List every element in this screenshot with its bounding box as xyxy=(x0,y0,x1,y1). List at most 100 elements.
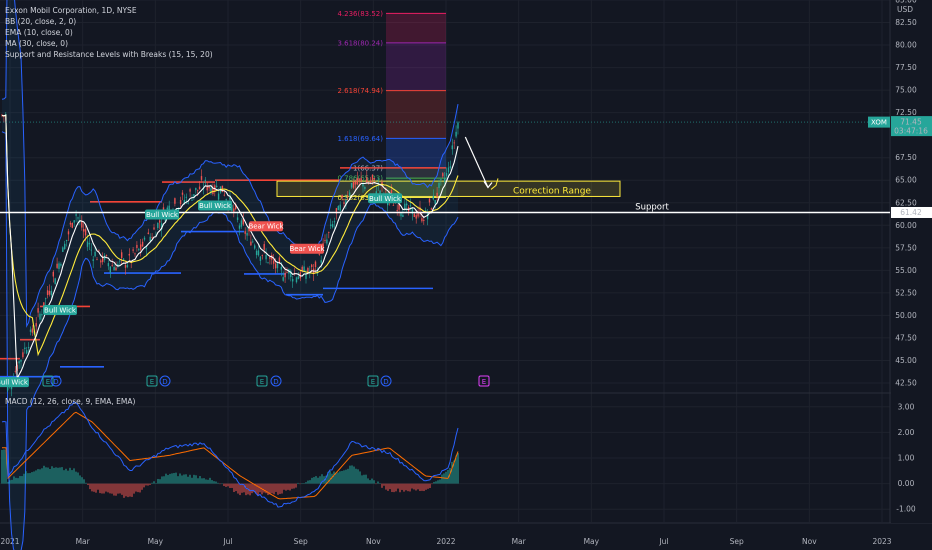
macd-histogram-bar xyxy=(359,471,361,484)
macd-histogram-bar xyxy=(387,483,389,491)
price-tick-label: 42.50 xyxy=(895,378,917,387)
indicator-bb[interactable]: BB (20, close, 2, 0) xyxy=(5,16,213,27)
macd-histogram-bar xyxy=(223,483,225,487)
price-tick-label: 75.00 xyxy=(895,86,917,95)
price-axis[interactable] xyxy=(891,0,932,523)
candle-body xyxy=(159,220,161,223)
macd-histogram-bar xyxy=(69,467,71,484)
price-tick-label: 55.00 xyxy=(895,266,917,275)
candle-body xyxy=(134,253,136,255)
chart-legend: Exxon Mobil Corporation, 1D, NYSE BB (20… xyxy=(5,5,213,60)
indicator-sr-levels[interactable]: Support and Resistance Levels with Break… xyxy=(5,49,213,60)
macd-histogram-bar xyxy=(333,471,335,484)
candle-body xyxy=(358,178,360,181)
macd-histogram-bar xyxy=(165,473,167,484)
candle-body xyxy=(305,273,307,279)
candle-body xyxy=(90,249,92,251)
macd-histogram-bar xyxy=(143,483,145,488)
macd-histogram-bar xyxy=(407,483,409,492)
macd-histogram-bar xyxy=(109,483,111,494)
macd-histogram-bar xyxy=(347,468,349,484)
macd-histogram-bar xyxy=(411,483,413,489)
macd-histogram-bar xyxy=(301,483,303,485)
candle-body xyxy=(46,290,49,295)
x-tick-label: May xyxy=(584,537,600,546)
indicator-ma[interactable]: MA (30, close, 0) xyxy=(5,38,213,49)
candle-body xyxy=(151,237,153,238)
macd-histogram-bar xyxy=(39,469,41,484)
candle-body xyxy=(48,290,51,295)
macd-histogram-bar xyxy=(31,472,33,484)
candle-body xyxy=(244,231,246,234)
candle-body xyxy=(149,236,151,242)
candle-body xyxy=(83,228,85,232)
macd-histogram-bar xyxy=(417,483,419,490)
macd-histogram-bar xyxy=(169,473,171,484)
candle-body xyxy=(259,256,262,261)
candle-body xyxy=(430,208,433,210)
macd-histogram-bar xyxy=(67,470,69,484)
x-tick-label: May xyxy=(148,537,164,546)
macd-histogram-bar xyxy=(283,483,285,490)
candle-body xyxy=(280,266,282,270)
macd-histogram-bar xyxy=(57,467,59,484)
macd-histogram-bar xyxy=(305,482,307,484)
macd-histogram-bar xyxy=(207,479,209,484)
macd-histogram-bar xyxy=(201,478,203,484)
macd-histogram-bar xyxy=(245,483,247,496)
candle-body xyxy=(352,181,355,188)
candle-body xyxy=(328,232,330,233)
candle-body xyxy=(292,279,294,282)
macd-histogram-bar xyxy=(381,483,383,488)
indicator-ema[interactable]: EMA (10, close, 0) xyxy=(5,27,213,38)
candle-body xyxy=(96,259,98,261)
macd-histogram-bar xyxy=(439,479,441,484)
event-marker-letter: E xyxy=(482,378,486,386)
candle-body xyxy=(216,185,218,188)
candle-body xyxy=(208,186,210,189)
candle-body xyxy=(432,196,434,200)
macd-histogram-bar xyxy=(147,483,149,486)
macd-histogram-bar xyxy=(367,478,369,484)
macd-histogram-bar xyxy=(1,449,3,484)
candle-body xyxy=(124,264,127,268)
macd-histogram-bar xyxy=(413,483,415,490)
candle-body xyxy=(122,258,125,260)
macd-histogram-bar xyxy=(77,472,79,484)
candle-body xyxy=(225,199,227,201)
candle-body xyxy=(41,314,43,316)
candle-body xyxy=(265,254,267,260)
macd-histogram-bar xyxy=(311,477,313,484)
indicator-macd[interactable]: MACD (12, 26, close, 9, EMA, EMA) xyxy=(5,397,135,406)
candle-body xyxy=(107,263,110,267)
candle-body xyxy=(39,313,41,320)
macd-histogram-bar xyxy=(127,483,129,498)
macd-histogram-bar xyxy=(189,474,191,484)
macd-histogram-bar xyxy=(65,468,67,484)
candle-body xyxy=(406,203,408,206)
candle-body xyxy=(153,227,155,230)
macd-histogram-bar xyxy=(419,483,421,492)
macd-histogram-bar xyxy=(329,471,331,484)
candle-body xyxy=(45,298,47,300)
macd-histogram-bar xyxy=(391,483,393,493)
candle-body xyxy=(145,247,148,250)
fib-zone xyxy=(386,138,446,168)
candle-body xyxy=(94,251,96,257)
candle-body xyxy=(128,253,130,256)
candle-body xyxy=(105,255,108,256)
macd-histogram-bar xyxy=(41,468,43,484)
candle-body xyxy=(286,272,288,273)
candle-body xyxy=(197,189,199,191)
candle-body xyxy=(121,252,123,258)
macd-histogram-bar xyxy=(49,468,51,484)
macd-tick-label: 1.00 xyxy=(898,454,915,463)
candle-body xyxy=(115,267,117,271)
candle-body xyxy=(455,131,457,137)
macd-histogram-bar xyxy=(7,481,9,484)
price-tick-label: 65.00 xyxy=(895,176,917,185)
macd-histogram-bar xyxy=(285,483,287,491)
candle-body xyxy=(92,259,94,261)
macd-histogram-bar xyxy=(431,483,433,485)
wick-label-text: Bear Wick xyxy=(248,223,284,231)
